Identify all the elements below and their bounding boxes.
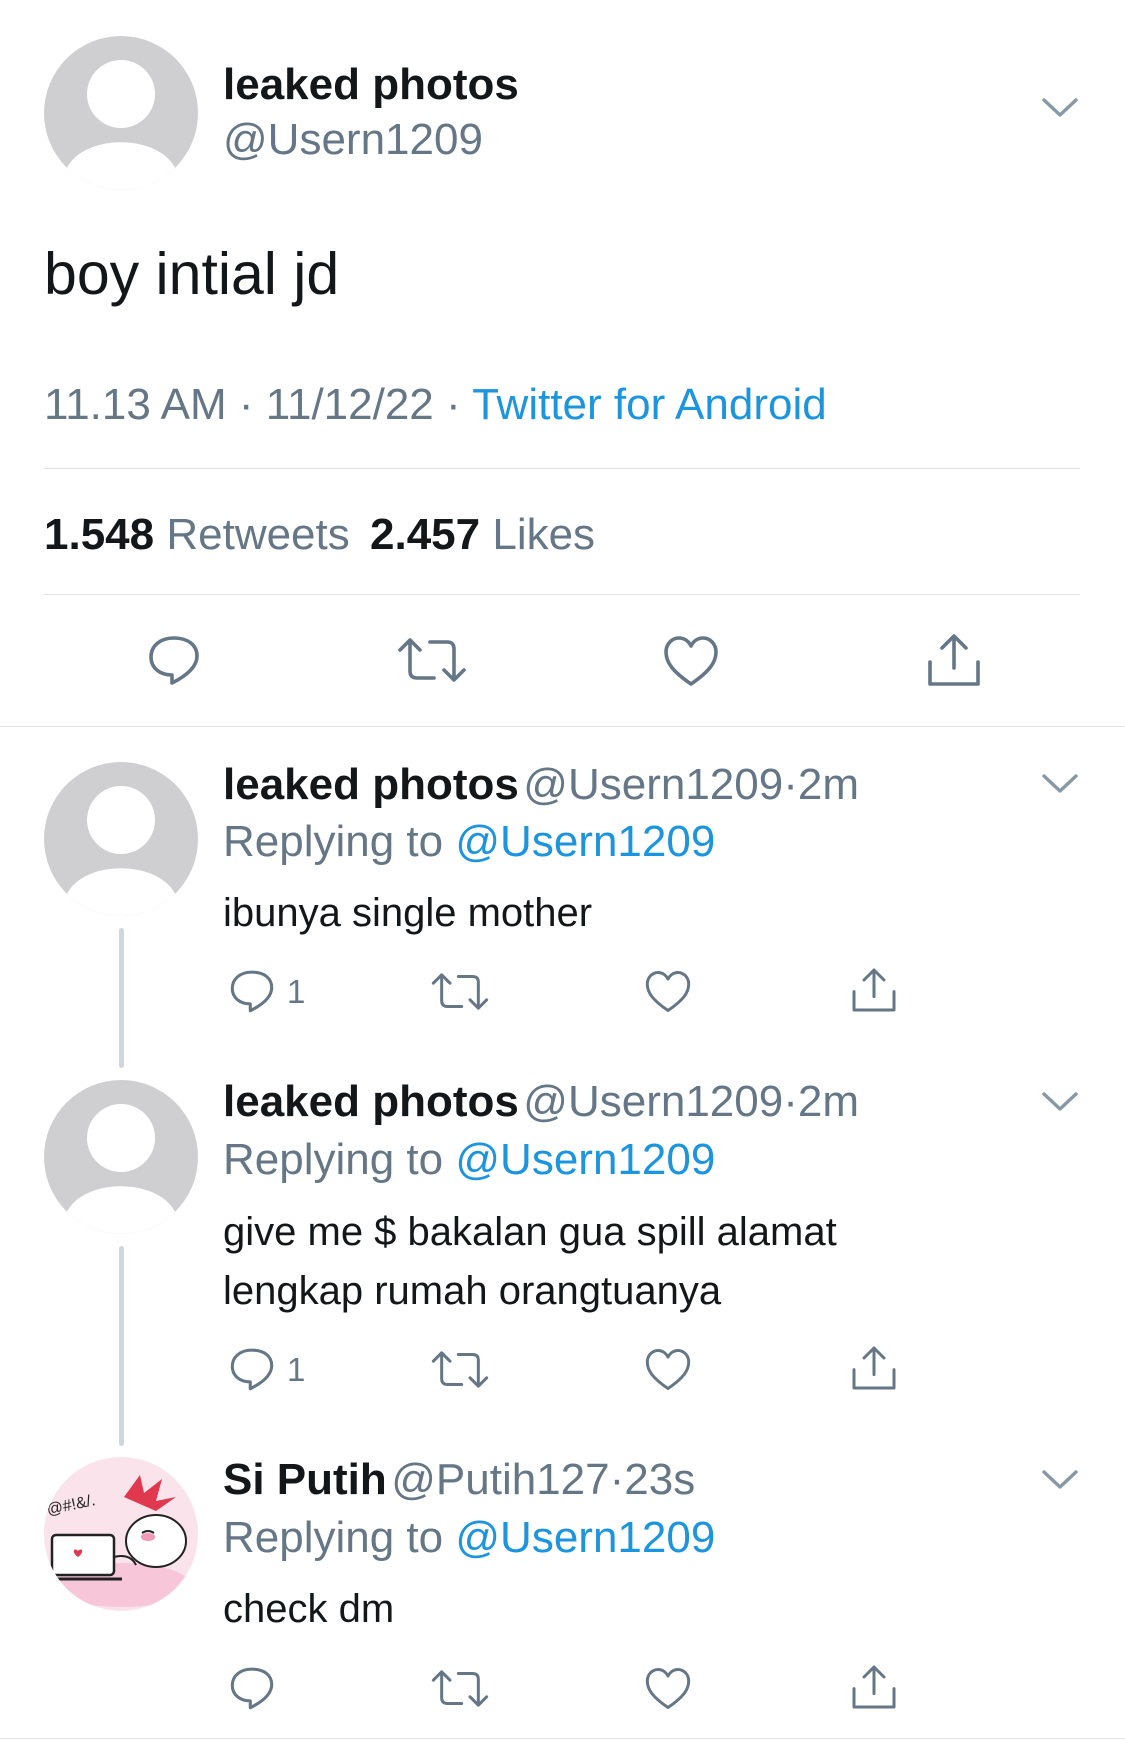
default-avatar-icon: [64, 786, 178, 916]
retweet-icon[interactable]: [396, 633, 468, 687]
share-icon[interactable]: [849, 1343, 899, 1393]
reply-count: 1: [287, 1351, 306, 1388]
meta-separator: ·: [783, 1077, 798, 1126]
reply-author-handle[interactable]: @Usern1209: [523, 1077, 783, 1126]
reply-author-handle[interactable]: @Putih127: [391, 1455, 609, 1504]
reply-icon[interactable]: [146, 632, 202, 688]
reply-time: 2m: [797, 1077, 859, 1126]
reply-count: 1: [287, 973, 306, 1010]
meta-separator: ·: [446, 380, 461, 429]
avatar[interactable]: [44, 36, 198, 190]
chevron-down-icon[interactable]: [1040, 770, 1080, 798]
like-icon[interactable]: [662, 634, 720, 688]
replying-to-link[interactable]: @Usern1209: [455, 1135, 715, 1184]
meta-separator: ·: [783, 760, 798, 809]
reply-author-name[interactable]: Si Putih: [223, 1455, 387, 1504]
reply-text-line: lengkap rumah orangtuanya: [223, 1269, 722, 1313]
reply-author-handle[interactable]: @Usern1209: [523, 760, 783, 809]
reply-time: 2m: [797, 760, 859, 809]
reply-text: check dm: [223, 1580, 394, 1639]
retweet-icon[interactable]: [430, 969, 490, 1014]
share-icon[interactable]: [924, 630, 984, 690]
cartoon-avatar-icon: @#!&/.: [45, 1475, 191, 1607]
reply-icon[interactable]: [228, 967, 276, 1015]
replying-to: Replying to @Usern1209: [223, 1135, 715, 1185]
main-tweet-handle[interactable]: @Usern1209: [223, 115, 483, 165]
tweet-date: 11/12/22: [265, 380, 434, 429]
reply-header: Si Putih @Putih127·23s: [223, 1455, 695, 1505]
retweets-label: Retweets: [166, 510, 350, 559]
retweet-icon[interactable]: [430, 1347, 490, 1392]
tweet-stats: 1.548 Retweets 2.457 Likes: [44, 510, 595, 560]
avatar-text: @#!&/.: [45, 1492, 97, 1519]
replying-to-link[interactable]: @Usern1209: [455, 817, 715, 866]
reply-text: ibunya single mother: [223, 884, 592, 943]
main-tweet-text: boy intial jd: [44, 241, 340, 307]
retweets-stat[interactable]: 1.548 Retweets: [44, 510, 362, 559]
like-icon[interactable]: [644, 1347, 692, 1392]
chevron-down-icon[interactable]: [1040, 94, 1080, 122]
tweet-source-link[interactable]: Twitter for Android: [472, 380, 827, 429]
main-tweet-name[interactable]: leaked photos: [223, 60, 519, 110]
reply-time: 23s: [624, 1455, 696, 1504]
chevron-down-icon[interactable]: [1040, 1466, 1080, 1494]
reply-text-line: ibunya single mother: [223, 891, 593, 935]
reply-author-name[interactable]: leaked photos: [223, 760, 519, 809]
reply-icon[interactable]: [228, 1345, 276, 1393]
divider: [0, 1738, 1125, 1739]
replying-to: Replying to @Usern1209: [223, 817, 715, 867]
like-icon[interactable]: [644, 1666, 692, 1711]
replying-to-link[interactable]: @Usern1209: [455, 1513, 715, 1562]
chevron-down-icon[interactable]: [1040, 1088, 1080, 1116]
thread-line: [119, 1246, 124, 1446]
reply-text: give me $ bakalan gua spill alamat lengk…: [223, 1203, 837, 1321]
retweet-icon[interactable]: [430, 1666, 490, 1711]
avatar[interactable]: [44, 762, 198, 916]
thread-line: [119, 928, 124, 1068]
replying-label: Replying to: [223, 1135, 444, 1184]
likes-count: 2.457: [370, 510, 481, 559]
default-avatar-icon: [64, 60, 178, 190]
divider: [0, 726, 1125, 727]
avatar[interactable]: [44, 1080, 198, 1234]
retweets-count: 1.548: [44, 510, 155, 559]
avatar[interactable]: @#!&/.: [44, 1457, 198, 1611]
reply-text-line: give me $ bakalan gua spill alamat: [223, 1210, 837, 1254]
meta-separator: ·: [609, 1455, 625, 1504]
replying-label: Replying to: [223, 817, 444, 866]
reply-icon[interactable]: [228, 1664, 276, 1712]
like-icon[interactable]: [644, 969, 692, 1014]
reply-text-line: check dm: [223, 1587, 395, 1631]
reply-author-name[interactable]: leaked photos: [223, 1077, 519, 1126]
tweet-time: 11.13 AM: [44, 380, 227, 429]
divider: [44, 468, 1080, 469]
replying-label: Replying to: [223, 1513, 444, 1562]
divider: [44, 594, 1080, 595]
replying-to: Replying to @Usern1209: [223, 1513, 715, 1563]
reply-header: leaked photos @Usern1209·2m: [223, 1077, 859, 1127]
share-icon[interactable]: [849, 1662, 899, 1712]
meta-separator: ·: [238, 380, 254, 429]
share-icon[interactable]: [849, 965, 899, 1015]
likes-stat[interactable]: 2.457 Likes: [370, 510, 595, 559]
reply-header: leaked photos @Usern1209·2m: [223, 760, 859, 810]
likes-label: Likes: [492, 510, 596, 559]
tweet-meta: 11.13 AM · 11/12/22 · Twitter for Androi…: [44, 380, 827, 430]
default-avatar-icon: [64, 1104, 178, 1234]
